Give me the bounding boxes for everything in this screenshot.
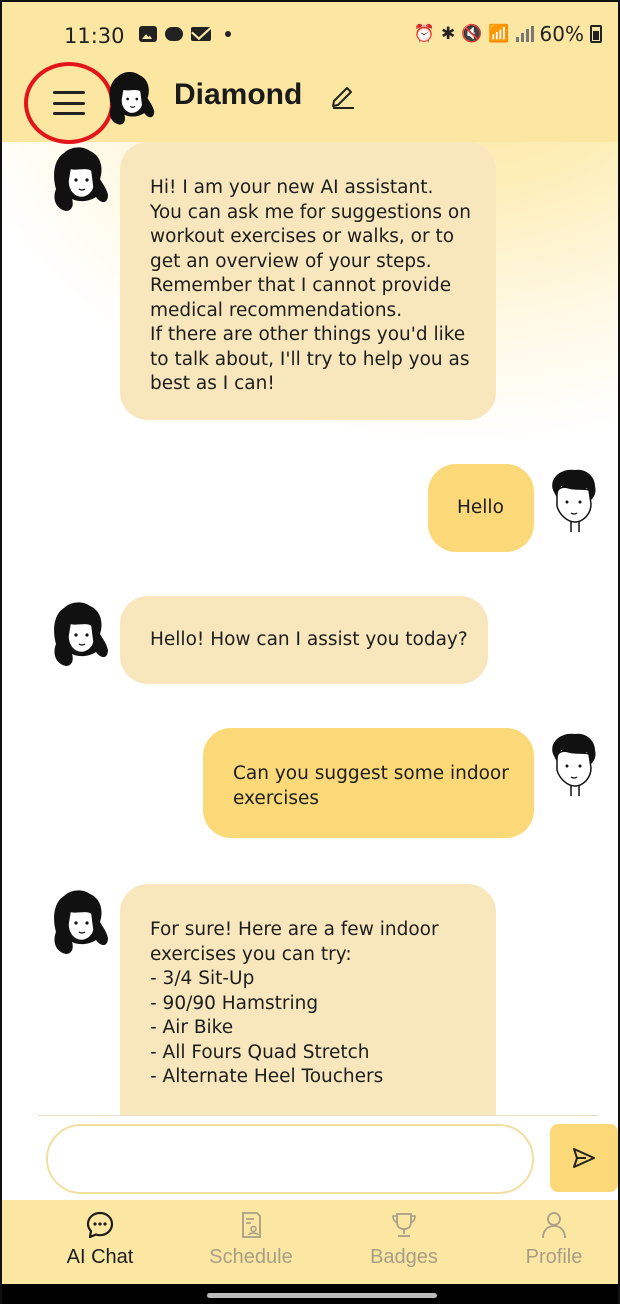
assistant-avatar-icon [109,71,155,125]
message-input[interactable] [46,1124,534,1194]
assistant-message-bubble: Hi! I am your new AI assistant. You can … [120,142,496,420]
nav-tab-schedule[interactable]: Schedule [181,1200,321,1284]
alarm-icon: ⏰ [413,24,435,44]
assistant-name-title: Diamond [174,78,303,111]
home-gesture-handle[interactable] [207,1293,437,1298]
send-icon [573,1148,595,1168]
assistant-message-bubble: For sure! Here are a few indoor exercise… [120,884,496,1116]
nav-tab-ai-chat[interactable]: AI Chat [30,1200,170,1284]
nav-label: AI Chat [66,1246,134,1268]
nav-label: Badges [370,1246,438,1268]
schedule-icon [242,1212,261,1238]
battery-icon [590,25,602,43]
assistant-message-bubble: Hello! How can I assist you today? [120,596,488,684]
nav-label: Profile [525,1246,583,1268]
bottom-navigation: AI Chat Schedule Badges Profile [2,1200,618,1284]
trophy-icon [392,1213,416,1237]
wifi-icon: 📶 [488,24,510,44]
app-frame: 11:30 ⏰ ✱ 🔇 📶 60% Diamond Hi! I am your … [0,0,620,1304]
nav-tab-profile[interactable]: Profile [484,1200,618,1284]
gallery-notification-icon [139,26,157,42]
assistant-avatar-icon [54,602,108,666]
assistant-avatar-icon [54,147,108,211]
mail-notification-icon [191,27,211,41]
more-notifications-dot-icon [225,31,231,37]
system-gesture-bar [2,1284,618,1304]
edit-name-icon[interactable] [328,80,358,110]
user-message-bubble: Hello [428,464,534,552]
nav-tab-badges[interactable]: Badges [334,1200,474,1284]
message-composer [2,1116,618,1200]
battery-percent: 60% [539,22,584,46]
signal-strength-icon [515,26,534,42]
nav-label: Schedule [209,1246,293,1268]
chat-message-list[interactable]: Hi! I am your new AI assistant. You can … [2,142,618,1116]
mute-icon: 🔇 [461,24,483,44]
status-time: 11:30 [64,24,125,48]
hamburger-menu-icon [53,91,85,115]
menu-button[interactable] [24,62,114,144]
chat-bubble-icon [86,1211,114,1239]
user-message-bubble: Can you suggest some indoor exercises [203,728,534,838]
user-avatar-icon [552,733,596,796]
chat-header: Diamond [2,62,618,144]
user-avatar-icon [552,469,596,532]
person-icon [542,1212,566,1239]
bluetooth-icon: ✱ [440,24,456,44]
send-button[interactable] [550,1124,618,1192]
notification-icons [139,26,231,42]
status-bar: 11:30 ⏰ ✱ 🔇 📶 60% [2,2,618,64]
status-right-group: ⏰ ✱ 🔇 📶 60% [414,22,602,46]
assistant-avatar-icon [54,890,108,954]
chat-notification-icon [165,27,183,41]
